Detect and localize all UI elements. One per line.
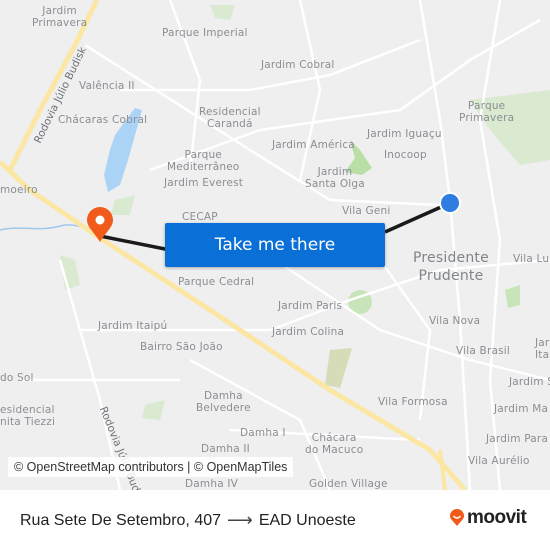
moovit-pin-icon	[450, 509, 464, 526]
map-label: Jardim Iguaçu	[367, 128, 442, 140]
map-label: Jardim Everest	[164, 177, 244, 189]
map-label: CECAP	[182, 211, 218, 223]
map-label: Jardim Colina	[272, 326, 345, 338]
park-area	[325, 348, 352, 388]
map-label: Damha Belvedere	[196, 390, 251, 414]
map-label: Inocoop	[384, 149, 427, 161]
map-label: moeiro	[0, 184, 38, 196]
arrow-right-icon: ⟶	[227, 510, 253, 530]
map-label: Valência II	[79, 80, 135, 92]
map-label: Jardim Para	[486, 433, 549, 445]
map-label: Vila Nova	[429, 315, 481, 327]
map-label: Bairro São João	[140, 341, 223, 353]
map-label: Residencial Carandá	[199, 106, 261, 130]
map-label: Jardim Cobral	[261, 59, 335, 71]
park-area	[210, 5, 235, 20]
origin-dot-icon[interactable]	[439, 192, 461, 214]
map-label: Jardim Itaipú	[98, 320, 168, 332]
map-label: do Sol	[0, 372, 34, 384]
park-area	[142, 400, 165, 420]
map-label: esidencial nita Tiezzi	[0, 404, 56, 428]
take-me-there-button[interactable]: Take me there	[165, 223, 385, 267]
map[interactable]: Jardim Primavera Parque Imperial Jardim …	[0, 0, 550, 490]
map-label: Jardim América	[272, 139, 355, 151]
map-label: Parque Primavera	[459, 100, 515, 124]
city-label: Presidente Prudente	[413, 250, 489, 284]
map-label: Jardim S	[509, 376, 550, 388]
map-label: Jardim Santa Olga	[305, 166, 365, 190]
map-label: Chácaras Cobral	[58, 114, 148, 126]
origin-name: Rua Sete De Setembro, 407	[20, 511, 222, 529]
map-label: Vila Brasil	[456, 345, 511, 357]
map-label: Vila Geni	[342, 205, 391, 217]
map-label: Parque Mediterrâneo	[167, 149, 240, 173]
map-attribution[interactable]: © OpenStreetMap contributors | © OpenMap…	[8, 457, 294, 477]
map-label: Vila Formosa	[378, 396, 448, 408]
moovit-logo[interactable]: moovit	[449, 507, 527, 529]
park-area	[110, 195, 135, 215]
highway-branch	[438, 449, 447, 490]
map-label: Jar Ita	[535, 337, 550, 361]
park-area	[505, 285, 520, 308]
map-label: Jardim Ma	[494, 403, 549, 415]
map-label: Jardim Primavera	[32, 5, 88, 29]
map-label: Golden Village	[309, 478, 388, 490]
map-label: Vila Lu	[513, 253, 550, 265]
map-label: Vila Aurélio	[468, 455, 530, 467]
route-summary: Rua Sete De Setembro, 407 ⟶ EAD Unoeste	[20, 510, 356, 531]
destination-name: EAD Unoeste	[258, 511, 356, 529]
moovit-wordmark: moovit	[467, 507, 527, 528]
map-label: Chácara do Macuco	[305, 432, 364, 456]
map-label: Damha I	[240, 427, 286, 439]
map-label: Parque Cedral	[178, 276, 255, 288]
map-label: Damha II	[201, 443, 250, 455]
map-label: Jardim Paris	[278, 300, 343, 312]
map-label: Damha IV	[185, 478, 239, 490]
map-label: Parque Imperial	[162, 27, 248, 39]
highway	[0, 160, 467, 490]
